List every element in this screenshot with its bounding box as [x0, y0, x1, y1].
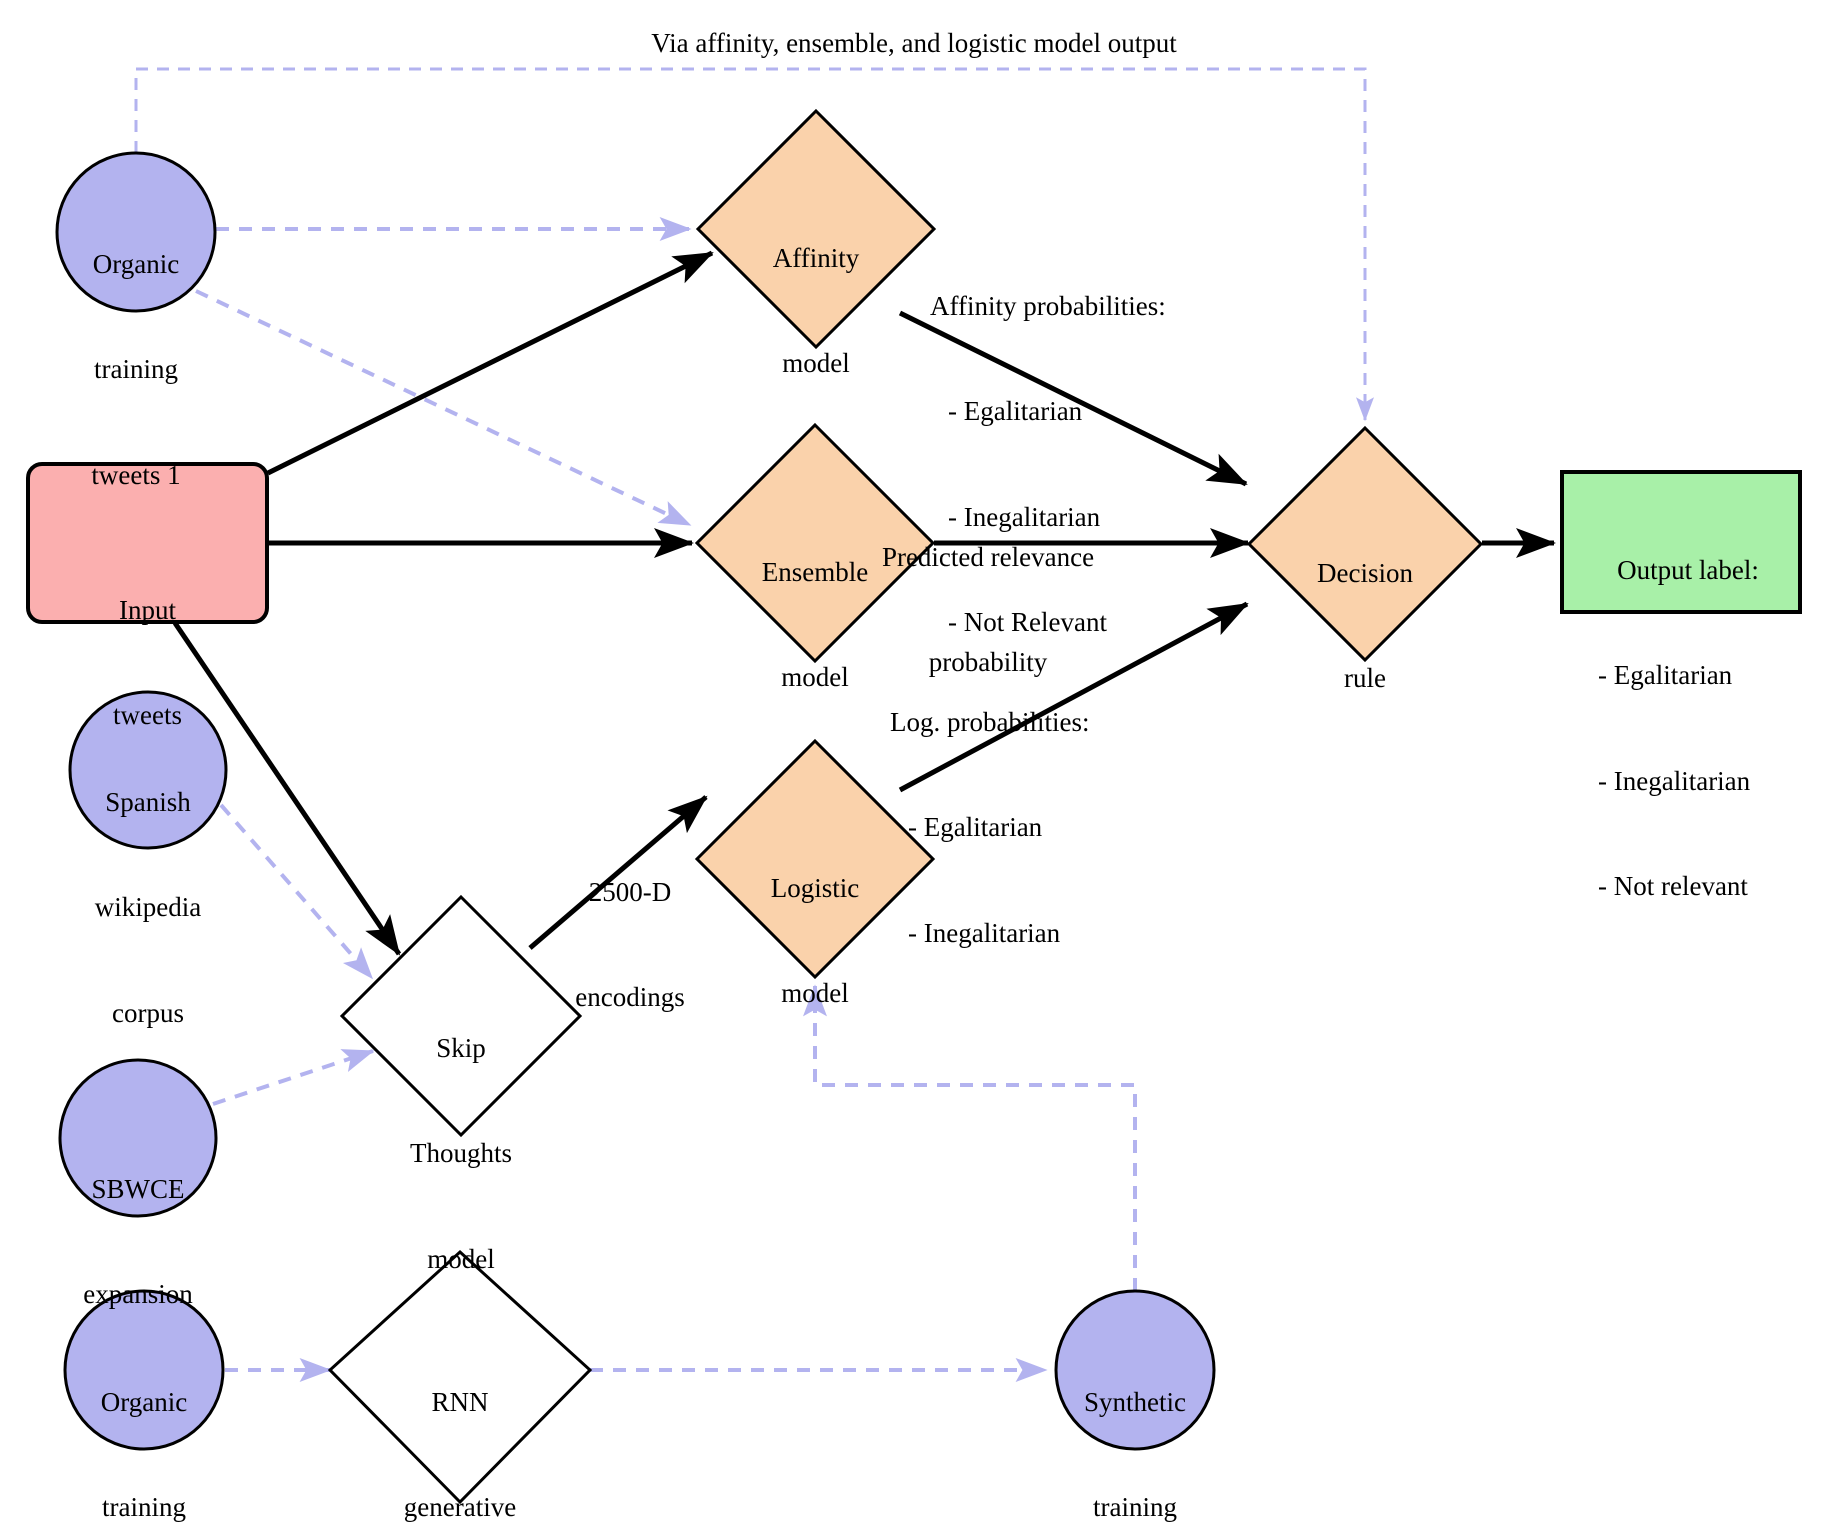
text-line: - Egalitarian	[908, 812, 1043, 843]
text-line: 2500-D	[588, 877, 672, 908]
text-line: Log. probabilities:	[890, 707, 1090, 738]
text-line: - Inegalitarian	[908, 917, 1061, 948]
node-synthetic-training-tweets[interactable]	[1054, 1289, 1216, 1451]
node-organic-training-tweets-1[interactable]	[55, 151, 217, 313]
node-sbwce-expansion[interactable]	[58, 1058, 218, 1218]
pipeline-diagram: Organic training tweets 1 Input tweets A…	[0, 0, 1828, 1522]
label-log-probabilities: Log. probabilities: - Egalitarian - Ineg…	[890, 635, 1220, 1021]
node-affinity-model[interactable]	[695, 108, 937, 350]
text-line: Affinity probabilities:	[930, 291, 1166, 322]
node-spanish-wikipedia-corpus[interactable]	[68, 690, 228, 850]
label-feedback-note: Via affinity, ensemble, and logistic mod…	[651, 28, 1177, 58]
node-input-tweets[interactable]	[26, 462, 269, 624]
node-decision-rule[interactable]	[1246, 425, 1484, 663]
node-rnn-generative-model[interactable]	[327, 1249, 593, 1505]
text-line: - Egalitarian	[948, 396, 1083, 427]
label-encodings: 2500-D encodings	[510, 805, 750, 1086]
text-line: encodings	[575, 982, 685, 1013]
node-organic-training-tweets-2[interactable]	[63, 1289, 225, 1451]
text-line: Predicted relevance	[881, 542, 1095, 573]
node-output-label[interactable]	[1560, 470, 1802, 614]
